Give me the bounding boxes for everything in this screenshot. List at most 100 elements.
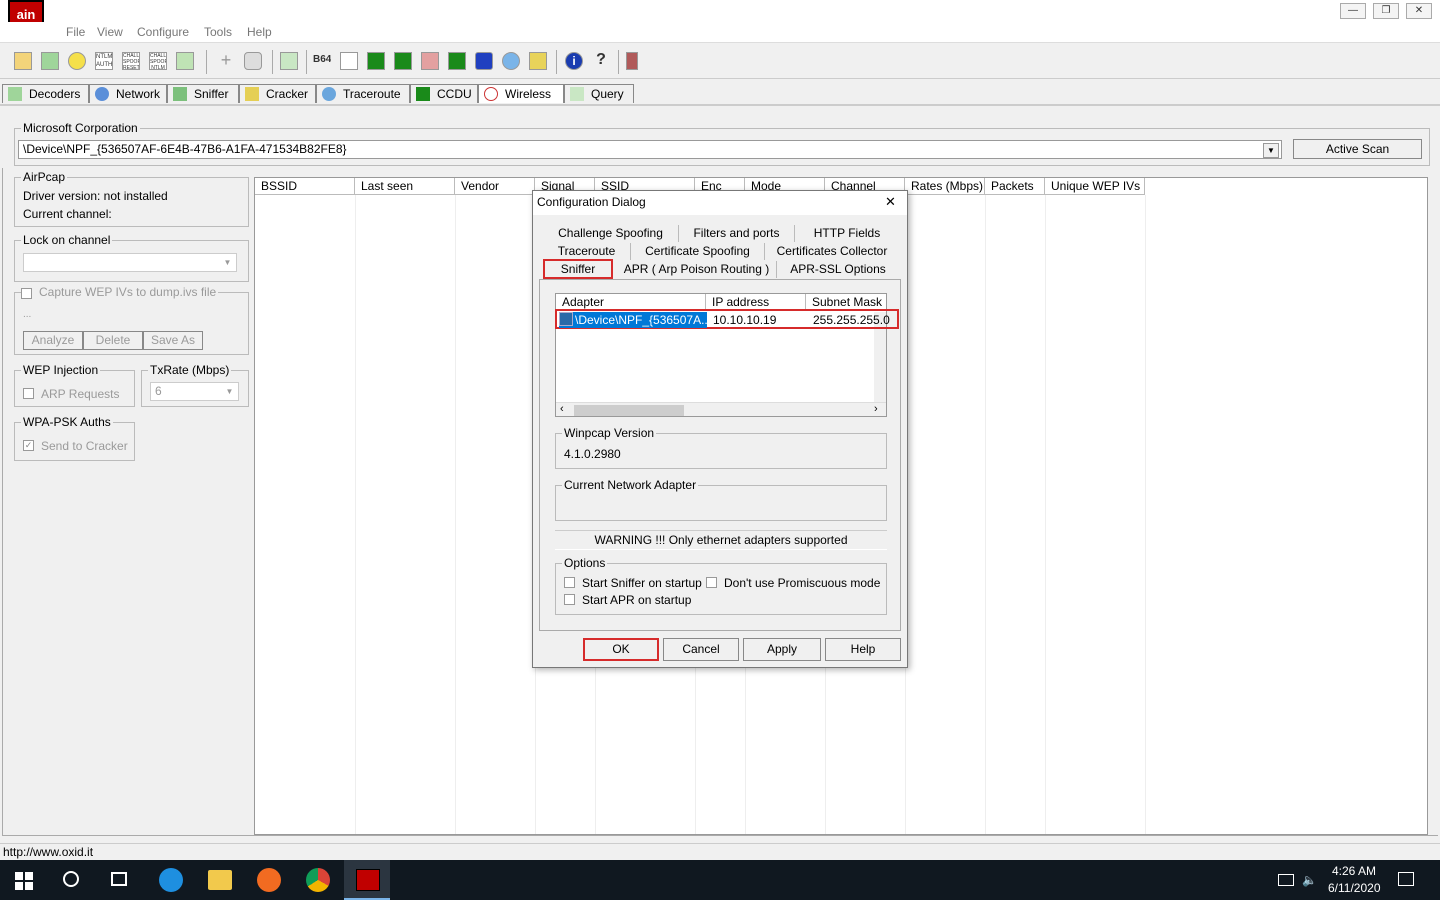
chevron-down-icon[interactable]: ▼ xyxy=(1263,143,1279,158)
restore-button[interactable]: ❐ xyxy=(1373,3,1399,19)
clock-date[interactable]: 6/11/2020 xyxy=(1328,881,1381,895)
taskbar-cain-button[interactable] xyxy=(344,860,390,900)
lsa-secrets-icon[interactable] xyxy=(367,52,385,70)
clock-time[interactable]: 4:26 AM xyxy=(1332,864,1376,878)
send-to-cracker-checkbox[interactable]: ✓ xyxy=(23,440,34,451)
tab-cracker[interactable]: Cracker xyxy=(239,84,316,103)
column-vendor[interactable]: Vendor xyxy=(455,178,535,195)
notification-icon[interactable] xyxy=(1398,872,1414,886)
edge-icon[interactable] xyxy=(159,868,183,892)
lock-channel-select[interactable]: ▼ xyxy=(23,253,237,272)
adapter-row[interactable]: \Device\NPF_{536507A... 10.10.10.19 255.… xyxy=(555,309,899,329)
txrate-select[interactable]: 6 ▼ xyxy=(150,382,239,401)
column-bssid[interactable]: BSSID xyxy=(255,178,355,195)
cancel-button[interactable]: Cancel xyxy=(663,638,739,661)
file-explorer-icon[interactable] xyxy=(208,870,232,890)
tab-wireless[interactable]: Wireless xyxy=(478,84,564,103)
wireless-icon xyxy=(484,87,498,101)
scroll-right-icon[interactable]: › xyxy=(874,403,878,415)
ntlm-auth-icon[interactable]: NTLM AUTH xyxy=(95,52,113,70)
edit-icon[interactable] xyxy=(340,52,358,70)
capture-checkbox[interactable] xyxy=(21,288,32,299)
tab-http-fields[interactable]: HTTP Fields xyxy=(795,225,899,242)
tab-certificates-collector[interactable]: Certificates Collector xyxy=(765,243,899,260)
add-to-list-icon[interactable] xyxy=(41,52,59,70)
volume-muted-icon[interactable]: 🔈 xyxy=(1302,873,1317,887)
challenge-spoof-ntlm-icon[interactable]: CHALL SPOOF NTLM xyxy=(149,52,167,70)
arp-requests-checkbox[interactable] xyxy=(23,388,34,399)
txrate-group: TxRate (Mbps) 6 ▼ xyxy=(141,363,249,407)
radioactive-icon[interactable] xyxy=(68,52,86,70)
menu-help[interactable]: Help xyxy=(247,25,272,39)
column-rates[interactable]: Rates (Mbps) xyxy=(905,178,985,195)
ok-button[interactable]: OK xyxy=(583,638,659,661)
close-button[interactable]: ✕ xyxy=(1406,3,1432,19)
menu-file[interactable]: File xyxy=(66,25,85,39)
tab-apr-ssl-options[interactable]: APR-SSL Options xyxy=(777,261,899,278)
tab-apr[interactable]: APR ( Arp Poison Routing ) xyxy=(617,261,777,278)
task-view-icon[interactable] xyxy=(111,872,127,886)
tab-filters-and-ports[interactable]: Filters and ports xyxy=(679,225,795,242)
analyze-button[interactable]: Analyze xyxy=(23,331,83,350)
figure-icon[interactable] xyxy=(626,52,638,70)
tab-ccdu[interactable]: CCDU xyxy=(410,84,478,103)
tab-decoders[interactable]: Decoders xyxy=(2,84,89,103)
search-icon[interactable] xyxy=(63,871,79,887)
menu-view[interactable]: View xyxy=(97,25,123,39)
chevron-down-icon[interactable]: ▼ xyxy=(221,256,234,269)
network-tray-icon[interactable] xyxy=(1278,874,1294,886)
certificate-icon[interactable] xyxy=(280,52,298,70)
adapter-select[interactable]: \Device\NPF_{536507AF-6E4B-47B6-A1FA-471… xyxy=(18,140,1282,159)
save-as-button[interactable]: Save As xyxy=(143,331,203,350)
tab-query[interactable]: Query xyxy=(564,84,634,103)
minimize-button[interactable]: — xyxy=(1340,3,1366,19)
column-last-seen[interactable]: Last seen xyxy=(355,178,455,195)
info-icon[interactable]: i xyxy=(565,52,583,70)
monitor-icon[interactable] xyxy=(176,52,194,70)
active-scan-button[interactable]: Active Scan xyxy=(1293,139,1422,159)
cisco-icon[interactable] xyxy=(475,52,493,70)
scroll-left-icon[interactable]: ‹ xyxy=(560,403,564,415)
tab-certificate-spoofing[interactable]: Certificate Spoofing xyxy=(631,243,765,260)
network-globe-icon[interactable] xyxy=(502,52,520,70)
adapter-group-label: Microsoft Corporation xyxy=(21,121,140,135)
chrome-icon[interactable] xyxy=(306,868,330,892)
tab-network[interactable]: Network xyxy=(89,84,167,103)
menu-configure[interactable]: Configure xyxy=(137,25,189,39)
winpcap-label: Winpcap Version xyxy=(562,426,657,440)
firefox-icon[interactable] xyxy=(257,868,281,892)
key-icon[interactable] xyxy=(529,52,547,70)
column-unique-wep-ivs[interactable]: Unique WEP IVs xyxy=(1045,178,1145,195)
delete-button[interactable]: Delete xyxy=(83,331,143,350)
wep-icon[interactable] xyxy=(394,52,412,70)
pc-icon[interactable] xyxy=(421,52,439,70)
column-packets[interactable]: Packets xyxy=(985,178,1045,195)
shield-icon[interactable] xyxy=(244,52,262,70)
cain-taskbar-icon xyxy=(356,869,380,891)
tab-sniffer-config[interactable]: Sniffer xyxy=(543,259,613,279)
tab-challenge-spoofing[interactable]: Challenge Spoofing xyxy=(543,225,679,242)
grid-line xyxy=(1045,195,1046,834)
menu-tools[interactable]: Tools xyxy=(204,25,232,39)
apply-button[interactable]: Apply xyxy=(743,638,821,661)
open-folder-icon[interactable] xyxy=(14,52,32,70)
start-apr-checkbox[interactable] xyxy=(564,594,575,605)
start-sniffer-checkbox[interactable] xyxy=(564,577,575,588)
tab-traceroute[interactable]: Traceroute xyxy=(316,84,410,103)
horizontal-scrollbar[interactable]: ‹ › xyxy=(556,402,886,416)
challenge-spoof-reset-icon[interactable]: CHALL SPOOF RESET xyxy=(122,52,140,70)
keyboard-icon[interactable] xyxy=(448,52,466,70)
tab-traceroute-config[interactable]: Traceroute xyxy=(543,243,631,260)
scrollbar-thumb[interactable] xyxy=(574,405,684,416)
chevron-down-icon[interactable]: ▼ xyxy=(223,385,236,398)
no-promiscuous-checkbox[interactable] xyxy=(706,577,717,588)
help-button[interactable]: Help xyxy=(825,638,901,661)
base64-icon[interactable]: B64 xyxy=(313,52,331,70)
tab-sniffer[interactable]: Sniffer xyxy=(167,84,239,103)
adapter-cell[interactable]: \Device\NPF_{536507A... xyxy=(559,312,707,328)
windows-start-icon[interactable] xyxy=(15,872,33,890)
help-icon[interactable]: ? xyxy=(592,52,610,70)
dialog-close-icon[interactable]: ✕ xyxy=(885,194,896,210)
plus-icon[interactable]: + xyxy=(217,52,235,70)
traceroute-icon xyxy=(322,87,336,101)
